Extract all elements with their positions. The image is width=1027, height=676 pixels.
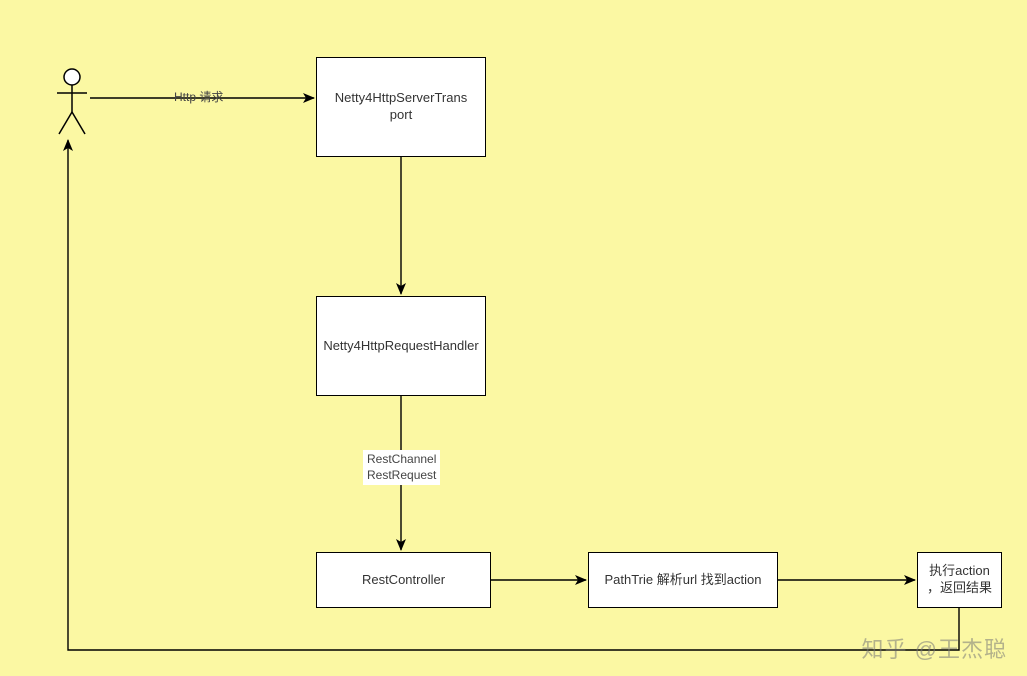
edge-label-rest-channel: RestChannelRestRequest [363,450,440,485]
node-label: 执行action，返回结果 [927,563,992,597]
watermark: 知乎 @王杰聪 [862,632,1007,664]
node-rest-controller: RestController [316,552,491,608]
node-label: Netty4HttpRequestHandler [323,338,478,355]
node-pathtrie: PathTrie 解析url 找到action [588,552,778,608]
watermark-text: 知乎 @王杰聪 [862,637,1007,662]
edge-label-text: RestChannelRestRequest [367,452,436,482]
edge-exec-to-user [68,140,959,650]
node-label: Netty4HttpServerTransport [335,90,467,124]
node-netty-handler: Netty4HttpRequestHandler [316,296,486,396]
edge-label-text: Http 请求 [174,90,223,104]
edge-label-http-request: Http 请求 [170,88,227,108]
node-netty-transport: Netty4HttpServerTransport [316,57,486,157]
arrows-overlay [0,0,1027,676]
node-label: PathTrie 解析url 找到action [604,572,761,589]
node-exec-action: 执行action，返回结果 [917,552,1002,608]
actor-user [54,68,90,143]
node-label: RestController [362,572,445,589]
